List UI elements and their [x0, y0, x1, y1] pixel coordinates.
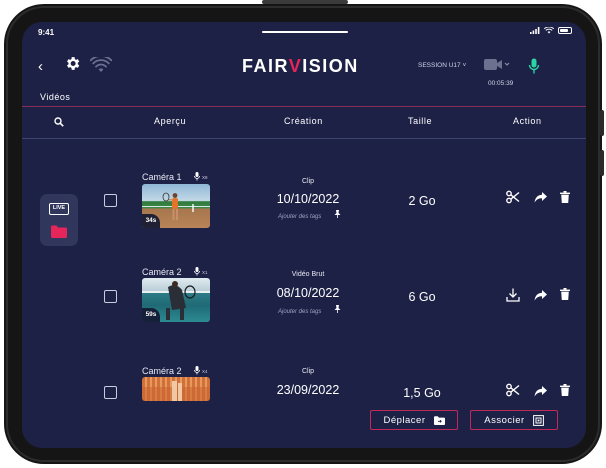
video-camera-icon[interactable] — [484, 58, 510, 72]
gear-icon[interactable] — [64, 55, 81, 72]
logo-text-accent: V — [288, 56, 303, 76]
live-filter-button[interactable]: LIVE — [49, 203, 69, 215]
microphone-small-icon — [194, 366, 200, 375]
chevron-down-icon: ˅ — [462, 62, 467, 69]
media-type: Clip — [301, 178, 315, 185]
battery-icon — [558, 27, 572, 34]
associate-button-label: Associer — [484, 414, 525, 426]
folder-move-icon — [433, 415, 445, 425]
camera-label: Caméra 2 — [142, 366, 182, 376]
trash-icon[interactable] — [560, 288, 570, 300]
associate-icon — [532, 414, 544, 426]
move-button-label: Déplacer — [383, 414, 426, 426]
status-time: 9:41 — [38, 28, 55, 37]
home-indicator — [262, 31, 348, 33]
camera-label: Caméra 2 — [142, 267, 182, 277]
wifi-status-icon — [544, 27, 554, 34]
creation-date: 23/09/2022 — [276, 383, 340, 397]
session-selector[interactable]: SESSION U17 ˅ — [418, 62, 466, 69]
logo-text-right: ISION — [302, 56, 359, 76]
duration-badge: 59s — [142, 308, 160, 322]
add-tags-link[interactable]: Ajouter des tags — [278, 214, 321, 220]
row-checkbox[interactable] — [104, 386, 117, 399]
row-checkbox[interactable] — [104, 194, 117, 207]
microphone-icon[interactable] — [528, 58, 540, 75]
file-size: 2 Go — [408, 194, 436, 208]
camera-label: Caméra 1 — [142, 172, 182, 182]
column-header-action[interactable]: Action — [513, 116, 542, 126]
share-icon[interactable] — [534, 192, 547, 203]
column-header-size[interactable]: Taille — [408, 116, 432, 126]
creation-date: 08/10/2022 — [276, 286, 340, 300]
header-divider — [22, 106, 586, 107]
microphone-small-icon — [194, 267, 200, 276]
microphone-small-icon — [194, 172, 200, 181]
tablet-side-button — [600, 110, 604, 136]
app-logo: FAIRVISION — [242, 56, 359, 77]
column-header-preview[interactable]: Aperçu — [154, 116, 186, 126]
associate-button[interactable]: Associer — [470, 410, 558, 430]
file-size: 1,5 Go — [403, 386, 441, 400]
recording-timer: 00:05:39 — [488, 80, 514, 87]
pin-icon[interactable] — [334, 210, 341, 218]
mic-count: X4 — [202, 369, 208, 374]
search-icon[interactable] — [54, 117, 64, 127]
thumbnail-tennis-scene — [142, 381, 210, 401]
filter-panel: LIVE — [40, 194, 78, 246]
status-bar: 9:41 — [22, 22, 586, 42]
pin-icon[interactable] — [334, 305, 341, 313]
duration-badge: 34s — [142, 214, 160, 228]
app-screen: 9:41 ‹ FAIRVISION SESSION U17 ˅ 00:05:39… — [22, 22, 586, 448]
video-thumbnail[interactable] — [142, 377, 210, 401]
media-type: Clip — [301, 368, 315, 375]
logo-text-left: FAIR — [242, 56, 289, 76]
tablet-top-button — [262, 0, 348, 4]
trash-icon[interactable] — [560, 191, 570, 203]
wifi-icon[interactable] — [90, 57, 112, 73]
back-button[interactable]: ‹ — [38, 58, 43, 75]
share-icon[interactable] — [534, 386, 547, 397]
column-header-creation[interactable]: Création — [284, 116, 323, 126]
share-icon[interactable] — [534, 290, 547, 301]
scissors-icon[interactable] — [506, 190, 520, 204]
trash-icon[interactable] — [560, 384, 570, 396]
section-title: Vidéos — [40, 92, 71, 102]
video-thumbnail[interactable]: 34s — [142, 184, 210, 228]
video-thumbnail[interactable]: 59s — [142, 278, 210, 322]
mic-count: X1 — [202, 270, 208, 275]
folder-icon[interactable] — [51, 225, 67, 238]
session-label: SESSION U17 — [418, 62, 461, 69]
scissors-icon[interactable] — [506, 383, 520, 397]
media-type: Vidéo Brut — [291, 271, 325, 278]
file-size: 6 Go — [408, 290, 436, 304]
move-button[interactable]: Déplacer — [370, 410, 458, 430]
creation-date: 10/10/2022 — [276, 192, 340, 206]
system-icons — [530, 27, 572, 34]
table-header-divider — [22, 138, 586, 139]
download-icon[interactable] — [506, 288, 520, 302]
row-checkbox[interactable] — [104, 290, 117, 303]
signal-icon — [530, 27, 540, 34]
mic-count: X8 — [202, 175, 208, 180]
add-tags-link[interactable]: Ajouter des tags — [278, 309, 321, 315]
tablet-side-button — [600, 150, 604, 176]
